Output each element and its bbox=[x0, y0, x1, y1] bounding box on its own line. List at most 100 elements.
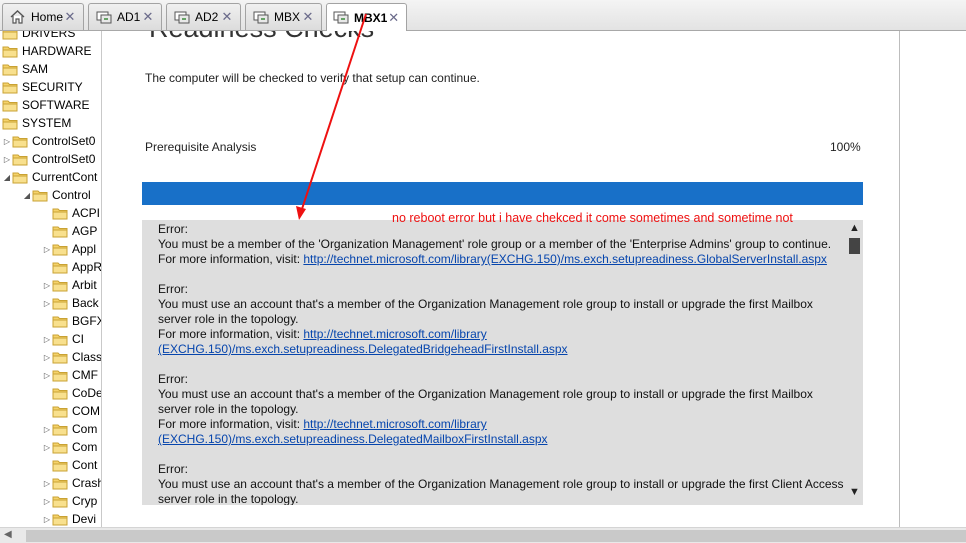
tree-item[interactable]: ACPI bbox=[42, 204, 100, 222]
expand-icon[interactable]: ▷ bbox=[42, 299, 52, 308]
scroll-left-icon[interactable]: ◀ bbox=[4, 529, 12, 540]
progress-bar-fill bbox=[142, 182, 863, 205]
close-icon[interactable]: ✕ bbox=[301, 10, 315, 24]
tree-item[interactable]: SOFTWARE bbox=[0, 96, 90, 114]
scroll-down-icon[interactable]: ▼ bbox=[846, 484, 863, 499]
tree-item[interactable]: BGFX bbox=[42, 312, 101, 330]
horizontal-scrollbar[interactable]: ◀ bbox=[0, 527, 966, 543]
folder-icon bbox=[2, 31, 18, 40]
tree-item[interactable]: ▷ ControlSet0 bbox=[2, 150, 95, 168]
close-icon[interactable]: ✕ bbox=[387, 10, 400, 25]
expand-icon[interactable]: ▷ bbox=[42, 425, 52, 434]
expand-icon[interactable]: ▷ bbox=[42, 497, 52, 506]
folder-icon bbox=[2, 81, 18, 94]
tree-item[interactable]: ▷ Back bbox=[42, 294, 99, 312]
expand-icon[interactable]: ▷ bbox=[42, 371, 52, 380]
more-info-label: For more information, visit: bbox=[158, 327, 304, 341]
expand-icon[interactable]: ▷ bbox=[42, 245, 52, 254]
error-title: Error: bbox=[158, 282, 188, 296]
error-list-panel[interactable]: Error: You must be a member of the 'Orga… bbox=[142, 220, 863, 505]
intro-text: The computer will be checked to verify t… bbox=[145, 71, 480, 85]
expand-icon[interactable]: ◢ bbox=[22, 191, 32, 200]
tree-item[interactable]: ◢ CurrentCont bbox=[2, 168, 97, 186]
remote-desktop-icon bbox=[173, 9, 190, 26]
tree-item[interactable]: HARDWARE bbox=[0, 42, 92, 60]
folder-icon bbox=[52, 477, 68, 490]
tab-ad1[interactable]: AD1 ✕ bbox=[88, 3, 162, 30]
folder-icon bbox=[2, 99, 18, 112]
tree-item-label: SOFTWARE bbox=[22, 98, 90, 112]
more-info-label: For more information, visit: bbox=[158, 417, 304, 431]
expand-icon[interactable]: ▷ bbox=[42, 281, 52, 290]
expand-icon[interactable]: ▷ bbox=[2, 155, 12, 164]
tree-item[interactable]: SYSTEM bbox=[0, 114, 71, 132]
tree-item[interactable]: AppR bbox=[42, 258, 101, 276]
tree-item-label: BGFX bbox=[72, 314, 101, 328]
expand-icon[interactable]: ▷ bbox=[42, 443, 52, 452]
remote-desktop-icon bbox=[333, 9, 349, 26]
tree-item[interactable]: ▷ CMF bbox=[42, 366, 98, 384]
tree-item[interactable]: Cont bbox=[42, 456, 97, 474]
tree-item[interactable]: DRIVERS bbox=[0, 31, 75, 42]
expand-icon[interactable]: ▷ bbox=[42, 335, 52, 344]
close-icon[interactable]: ✕ bbox=[63, 10, 77, 24]
tree-item-label: Crash bbox=[72, 476, 101, 490]
tree-item[interactable]: ▷ Class bbox=[42, 348, 101, 366]
folder-icon bbox=[32, 189, 48, 202]
tree-item[interactable]: ▷ ControlSet0 bbox=[2, 132, 95, 150]
error-more-info: For more information, visit: http://tech… bbox=[158, 417, 846, 447]
tree-item[interactable]: ▷ Cryp bbox=[42, 492, 97, 510]
remote-desktop-icon bbox=[252, 9, 269, 26]
page-title: Readiness Checks bbox=[149, 31, 374, 44]
technet-link[interactable]: http://technet.microsoft.com/library(EXC… bbox=[303, 252, 827, 266]
tree-item[interactable]: AGP bbox=[42, 222, 97, 240]
folder-icon bbox=[52, 243, 68, 256]
tab-mbx[interactable]: MBX ✕ bbox=[245, 3, 322, 30]
annotation-text: no reboot error but i have chekced it co… bbox=[392, 211, 793, 225]
tree-item[interactable]: COM bbox=[42, 402, 100, 420]
tree-item[interactable]: ▷ Arbit bbox=[42, 276, 97, 294]
tree-item-label: Control bbox=[52, 188, 91, 202]
expand-icon[interactable]: ▷ bbox=[2, 137, 12, 146]
tree-item[interactable]: SAM bbox=[0, 60, 48, 78]
tree-item[interactable]: ▷ Appl bbox=[42, 240, 96, 258]
expand-icon[interactable]: ▷ bbox=[42, 515, 52, 524]
error-item: Error: You must be a member of the 'Orga… bbox=[158, 222, 846, 267]
vertical-scrollbar[interactable]: ▲ ▼ bbox=[846, 220, 863, 505]
tree-item[interactable]: ▷ Devi bbox=[42, 510, 96, 527]
error-item: Error: You must use an account that's a … bbox=[158, 372, 846, 447]
error-message: You must use an account that's a member … bbox=[158, 387, 813, 416]
tree-item-label: ControlSet0 bbox=[32, 152, 96, 166]
folder-icon bbox=[52, 513, 68, 526]
folder-icon bbox=[52, 387, 68, 400]
tree-item[interactable]: ▷ CI bbox=[42, 330, 84, 348]
tree-item[interactable]: ▷ Crash bbox=[42, 474, 101, 492]
tree-item[interactable]: ◢ Control bbox=[22, 186, 91, 204]
scroll-up-icon[interactable]: ▲ bbox=[846, 220, 863, 235]
tree-item[interactable]: ▷ Com bbox=[42, 438, 97, 456]
tree-item[interactable]: ▷ Com bbox=[42, 420, 97, 438]
tab-ad2[interactable]: AD2 ✕ bbox=[166, 3, 241, 30]
scrollbar-thumb[interactable] bbox=[849, 238, 860, 254]
close-icon[interactable]: ✕ bbox=[141, 10, 155, 24]
folder-icon bbox=[52, 261, 68, 274]
close-icon[interactable]: ✕ bbox=[220, 10, 234, 24]
tree-item-label: Cryp bbox=[72, 494, 98, 508]
tree-item[interactable]: CoDe bbox=[42, 384, 101, 402]
folder-icon bbox=[52, 279, 68, 292]
tree-item-label: COM bbox=[72, 404, 100, 418]
expand-icon[interactable]: ▷ bbox=[42, 353, 52, 362]
tab-mbx1[interactable]: MBX1 ✕ bbox=[326, 3, 407, 31]
tree-item-label: AGP bbox=[72, 224, 98, 238]
scrollbar-thumb[interactable] bbox=[26, 530, 966, 542]
expand-icon[interactable]: ◢ bbox=[2, 173, 12, 182]
folder-icon bbox=[52, 207, 68, 220]
folder-icon bbox=[12, 153, 28, 166]
tree-item[interactable]: SECURITY bbox=[0, 78, 83, 96]
tab-home[interactable]: Home ✕ bbox=[2, 3, 84, 30]
expand-icon[interactable]: ▷ bbox=[42, 479, 52, 488]
more-info-label: For more information, visit: bbox=[158, 252, 304, 266]
registry-tree[interactable]: DRIVERS HARDWARE SAM SECURITY SOFTWARE SYSTEM… bbox=[0, 31, 101, 527]
folder-icon bbox=[2, 117, 18, 130]
tree-item-label: Com bbox=[72, 440, 98, 454]
